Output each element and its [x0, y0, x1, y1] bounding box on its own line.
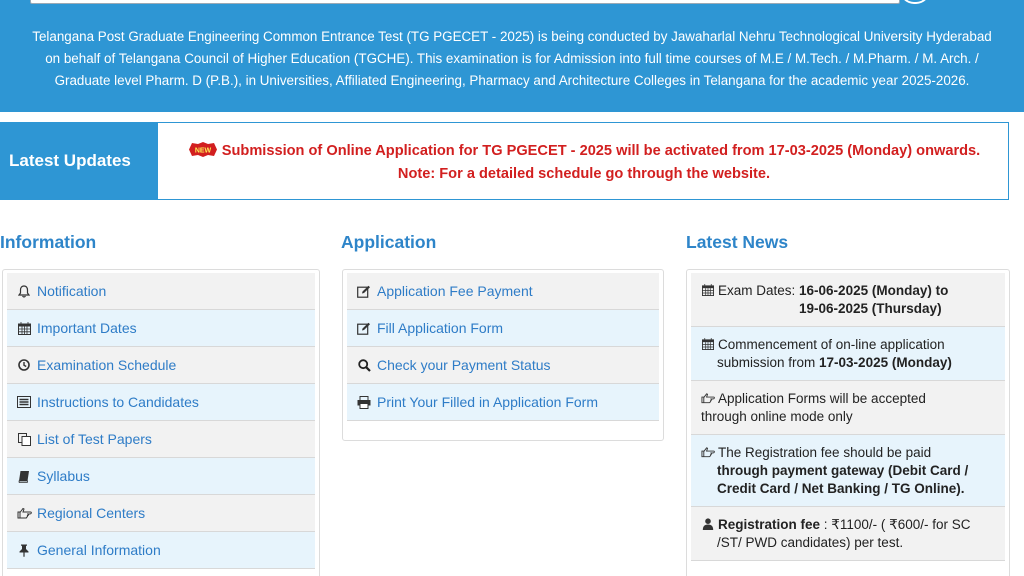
app-item-print-form[interactable]: Print Your Filled in Application Form [347, 384, 659, 421]
new-badge-icon: NEW [188, 141, 217, 157]
news-item-exam-dates: Exam Dates: 16-06-2025 (Monday) to 19-06… [691, 273, 1005, 327]
news-item-commencement: Commencement of on-line application subm… [691, 327, 1005, 381]
intro-line-2: on behalf of Telangana Council of Higher… [45, 51, 979, 66]
news-exam-dates-start: 16-06-2025 (Monday) to [799, 283, 949, 298]
app-item-fill-form[interactable]: Fill Application Form [347, 310, 659, 347]
app-item-label: Print Your Filled in Application Form [377, 394, 598, 410]
copy-icon [16, 432, 32, 446]
latest-updates-bar: Latest Updates NEW Submission of Online … [0, 122, 1009, 200]
info-item-syllabus[interactable]: Syllabus [7, 458, 315, 495]
banner-decoration [900, 0, 930, 4]
info-item-label: Notification [37, 283, 107, 299]
latest-news-list: Exam Dates: 16-06-2025 (Monday) to 19-06… [687, 270, 1009, 561]
news-item-online-mode: Application Forms will be accepted throu… [691, 381, 1005, 435]
application-list: Application Fee Payment Fill Application… [343, 270, 663, 421]
calendar-icon [702, 284, 714, 296]
edit-icon [356, 284, 372, 298]
latest-news-panel: Exam Dates: 16-06-2025 (Monday) to 19-06… [686, 269, 1010, 576]
news-commence-text-1: Commencement of on-line application [718, 337, 945, 352]
news-exam-dates-end: 19-06-2025 (Thursday) [799, 301, 942, 316]
intro-line-1: Telangana Post Graduate Engineering Comm… [32, 29, 992, 44]
latest-updates-label: Latest Updates [1, 123, 158, 199]
info-item-test-papers[interactable]: List of Test Papers [7, 421, 315, 458]
app-item-label: Fill Application Form [377, 320, 504, 336]
info-item-notification[interactable]: Notification [7, 273, 315, 310]
search-icon [356, 358, 372, 372]
news-fee-text-1: The Registration fee should be paid [718, 445, 932, 460]
bell-icon [16, 284, 32, 298]
user-icon [702, 518, 714, 530]
app-item-payment-status[interactable]: Check your Payment Status [347, 347, 659, 384]
search-bar-remnant [30, 0, 900, 4]
intro-text: Telangana Post Graduate Engineering Comm… [0, 26, 1024, 92]
info-item-important-dates[interactable]: Important Dates [7, 310, 315, 347]
news-forms-text-1: Application Forms will be accepted [718, 391, 926, 406]
news-commence-text-2: submission from [717, 355, 820, 370]
app-item-label: Application Fee Payment [377, 283, 533, 299]
application-heading: Application [341, 232, 437, 252]
svg-text:NEW: NEW [195, 147, 212, 154]
news-item-registration-fee: Registration fee : ₹1100/- ( ₹600/- for … [691, 507, 1005, 561]
info-item-label: List of Test Papers [37, 431, 152, 447]
info-item-label: Instructions to Candidates [37, 394, 199, 410]
clock-icon [16, 358, 32, 372]
info-item-label: Examination Schedule [37, 357, 177, 373]
update-line-1: NEW Submission of Online Application for… [161, 140, 1007, 163]
intro-line-3: Graduate level Pharm. D (P.B.), in Unive… [54, 73, 970, 88]
news-item-registration-payment: The Registration fee should be paid thro… [691, 435, 1005, 507]
news-reg-text-1: : ₹1100/- ( ₹600/- for SC [820, 517, 971, 532]
news-fee-text-3: Credit Card / Net Banking / TG Online). [717, 481, 965, 496]
update-line-2: Note: For a detailed schedule go through… [397, 166, 771, 182]
info-item-instructions[interactable]: Instructions to Candidates [7, 384, 315, 421]
info-item-label: Syllabus [37, 468, 90, 484]
edit-icon [356, 321, 372, 335]
app-item-fee-payment[interactable]: Application Fee Payment [347, 273, 659, 310]
news-reg-label: Registration fee [718, 517, 821, 532]
information-panel: Notification Important Dates Examination… [2, 269, 320, 576]
book-icon [16, 469, 32, 483]
list-alt-icon [16, 395, 32, 409]
news-reg-text-2: /ST/ PWD candidates) per test. [717, 535, 904, 550]
information-list: Notification Important Dates Examination… [3, 270, 319, 569]
info-item-examination-schedule[interactable]: Examination Schedule [7, 347, 315, 384]
intro-banner: Telangana Post Graduate Engineering Comm… [0, 0, 1024, 112]
print-icon [356, 395, 372, 409]
news-commence-date: 17-03-2025 (Monday) [819, 355, 952, 370]
application-panel: Application Fee Payment Fill Application… [342, 269, 664, 441]
calendar-icon [16, 321, 32, 335]
pin-icon [16, 543, 32, 557]
info-item-label: Important Dates [37, 320, 137, 336]
hand-pointer-icon [701, 447, 715, 458]
info-item-label: Regional Centers [37, 505, 146, 521]
info-item-label: General Information [37, 542, 161, 558]
news-exam-prefix: Exam Dates: [718, 283, 800, 298]
latest-updates-marquee[interactable]: NEW Submission of Online Application for… [161, 140, 1007, 186]
hand-pointer-icon [16, 506, 32, 520]
hand-pointer-icon [701, 393, 715, 404]
news-fee-text-2: through payment gateway (Debit Card / [717, 463, 969, 478]
info-item-general-information[interactable]: General Information [7, 532, 315, 569]
calendar-icon [702, 338, 714, 350]
information-heading: Information [0, 232, 97, 252]
news-forms-text-2: through online mode only [701, 409, 853, 424]
update-text-1: Submission of Online Application for TG … [221, 143, 981, 159]
info-item-regional-centers[interactable]: Regional Centers [7, 495, 315, 532]
app-item-label: Check your Payment Status [377, 357, 551, 373]
latest-news-heading: Latest News [686, 232, 789, 252]
